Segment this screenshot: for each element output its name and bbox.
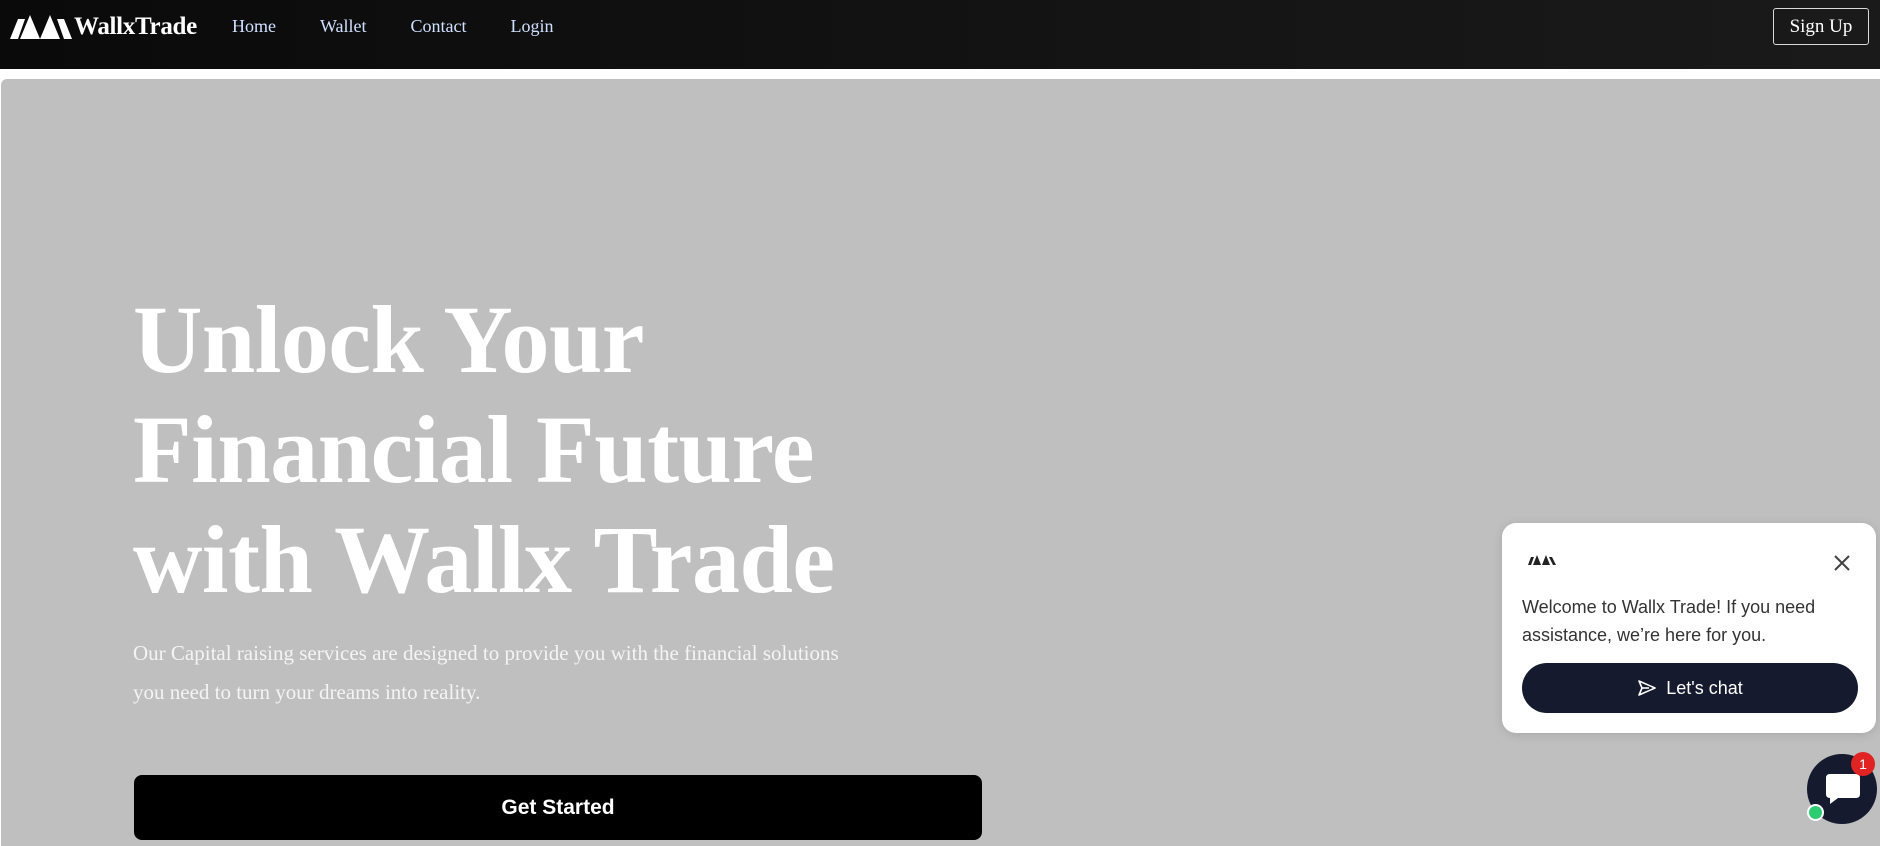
main-nav: Home Wallet Contact Login [232, 14, 598, 38]
close-icon[interactable] [1828, 549, 1856, 577]
brand[interactable]: WallxTrade [10, 12, 197, 42]
nav-wallet[interactable]: Wallet [320, 14, 367, 38]
hero-subtitle: Our Capital raising services are designe… [133, 641, 839, 704]
nav-contact[interactable]: Contact [411, 14, 467, 38]
nav-home[interactable]: Home [232, 14, 276, 38]
hero-title-line: Financial Future [133, 396, 814, 503]
signup-button[interactable]: Sign Up [1773, 8, 1869, 45]
chat-welcome-message: Welcome to Wallx Trade! If you need assi… [1522, 597, 1816, 645]
unread-badge: 1 [1851, 752, 1875, 776]
top-navbar: WallxTrade Home Wallet Contact Login Sig… [0, 0, 1880, 69]
wallx-logo-icon [1528, 555, 1556, 565]
online-status-dot [1807, 804, 1824, 821]
brand-name: WallxTrade [74, 13, 197, 40]
hero-title-line: Unlock Your [133, 286, 645, 393]
wallx-logo-icon [10, 15, 72, 39]
nav-login[interactable]: Login [511, 14, 554, 38]
get-started-button[interactable]: Get Started [134, 775, 982, 840]
send-icon [1638, 680, 1657, 696]
chat-popup: Welcome to Wallx Trade! If you need assi… [1502, 523, 1876, 733]
chat-bubble-icon [1826, 774, 1860, 804]
hero-title-line: with Wallx Trade [133, 506, 835, 613]
chat-launcher-button[interactable]: 1 [1807, 752, 1877, 824]
lets-chat-label: Let's chat [1666, 677, 1743, 698]
hero-title: Unlock Your Financial Future with Wallx … [133, 285, 893, 615]
lets-chat-button[interactable]: Let's chat [1522, 663, 1858, 713]
